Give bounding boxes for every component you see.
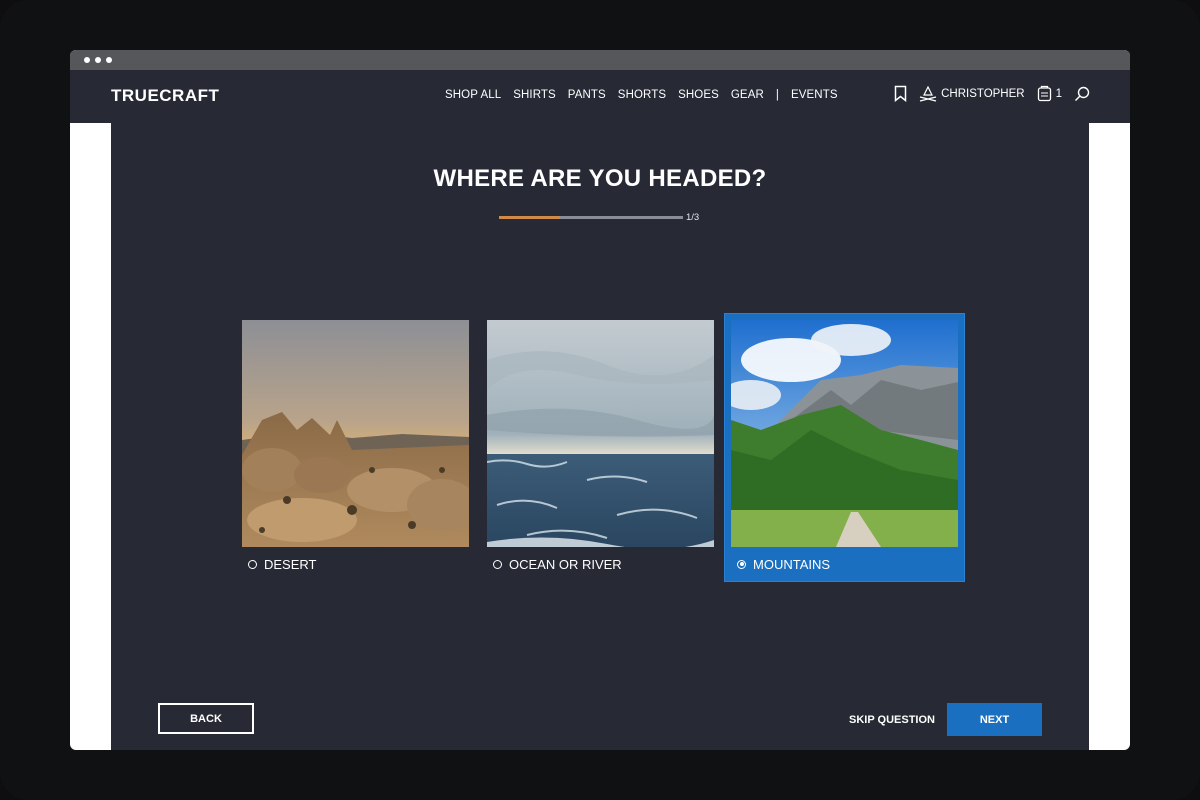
progress-fill bbox=[499, 216, 561, 219]
browser-window: TRUECRAFT SHOP ALL SHIRTS PANTS SHORTS S… bbox=[70, 50, 1130, 750]
account-name: CHRISTOPHER bbox=[941, 87, 1025, 100]
nav-shirts[interactable]: SHIRTS bbox=[513, 89, 556, 101]
nav-events[interactable]: EVENTS bbox=[791, 89, 838, 101]
cart-count: 1 bbox=[1055, 87, 1062, 100]
nav-gear[interactable]: GEAR bbox=[731, 89, 764, 101]
site-logo[interactable]: TRUECRAFT bbox=[111, 86, 219, 106]
page-title: WHERE ARE YOU HEADED? bbox=[433, 165, 767, 192]
progress-bar bbox=[499, 216, 683, 219]
window-dot[interactable] bbox=[95, 57, 101, 63]
nav-shop-all[interactable]: SHOP ALL bbox=[445, 89, 501, 101]
nav-separator: | bbox=[775, 89, 779, 101]
main-nav: SHOP ALL SHIRTS PANTS SHORTS SHOES GEAR … bbox=[445, 89, 838, 101]
nav-shoes[interactable]: SHOES bbox=[678, 89, 719, 101]
bookmark-button[interactable] bbox=[894, 85, 907, 102]
site-header: TRUECRAFT SHOP ALL SHIRTS PANTS SHORTS S… bbox=[70, 70, 1130, 123]
option-ocean-or-river[interactable]: OCEAN OR RIVER bbox=[487, 320, 714, 581]
radio-ocean-or-river[interactable] bbox=[493, 559, 502, 569]
cart-button[interactable]: 1 bbox=[1037, 85, 1062, 102]
radio-desert[interactable] bbox=[248, 559, 257, 569]
search-icon bbox=[1074, 86, 1090, 101]
account-button[interactable]: CHRISTOPHER bbox=[919, 85, 1025, 102]
window-controls[interactable] bbox=[84, 57, 112, 63]
cart-icon bbox=[1037, 85, 1051, 102]
ocean-image bbox=[487, 320, 714, 547]
back-button[interactable]: BACK bbox=[158, 703, 254, 734]
header-actions: CHRISTOPHER 1 bbox=[894, 85, 1090, 102]
progress-label: 1/3 bbox=[686, 212, 700, 223]
next-button[interactable]: NEXT bbox=[947, 703, 1042, 736]
window-dot[interactable] bbox=[84, 57, 90, 63]
skip-question-button[interactable]: SKIP QUESTION bbox=[849, 703, 935, 736]
browser-title-bar bbox=[70, 50, 1130, 70]
nav-shorts[interactable]: SHORTS bbox=[618, 89, 666, 101]
radio-mountains[interactable] bbox=[737, 559, 746, 569]
option-mountains-label: MOUNTAINS bbox=[753, 556, 831, 572]
option-desert-label: DESERT bbox=[264, 556, 317, 572]
option-ocean-label: OCEAN OR RIVER bbox=[509, 556, 622, 572]
option-mountains[interactable]: MOUNTAINS bbox=[724, 313, 965, 582]
window-dot[interactable] bbox=[106, 57, 112, 63]
search-button[interactable] bbox=[1074, 86, 1090, 102]
campfire-icon bbox=[919, 85, 937, 102]
device-frame: TRUECRAFT SHOP ALL SHIRTS PANTS SHORTS S… bbox=[0, 0, 1200, 800]
desert-image bbox=[242, 320, 469, 547]
option-label[interactable]: OCEAN OR RIVER bbox=[487, 547, 714, 581]
option-label[interactable]: MOUNTAINS bbox=[731, 547, 958, 581]
mountains-image bbox=[731, 320, 958, 547]
bookmark-icon bbox=[894, 85, 907, 102]
option-label[interactable]: DESERT bbox=[242, 547, 469, 581]
quiz-page: WHERE ARE YOU HEADED? 1/3 DESERT OCEAN O… bbox=[111, 123, 1089, 750]
nav-pants[interactable]: PANTS bbox=[568, 89, 606, 101]
option-desert[interactable]: DESERT bbox=[242, 320, 469, 581]
